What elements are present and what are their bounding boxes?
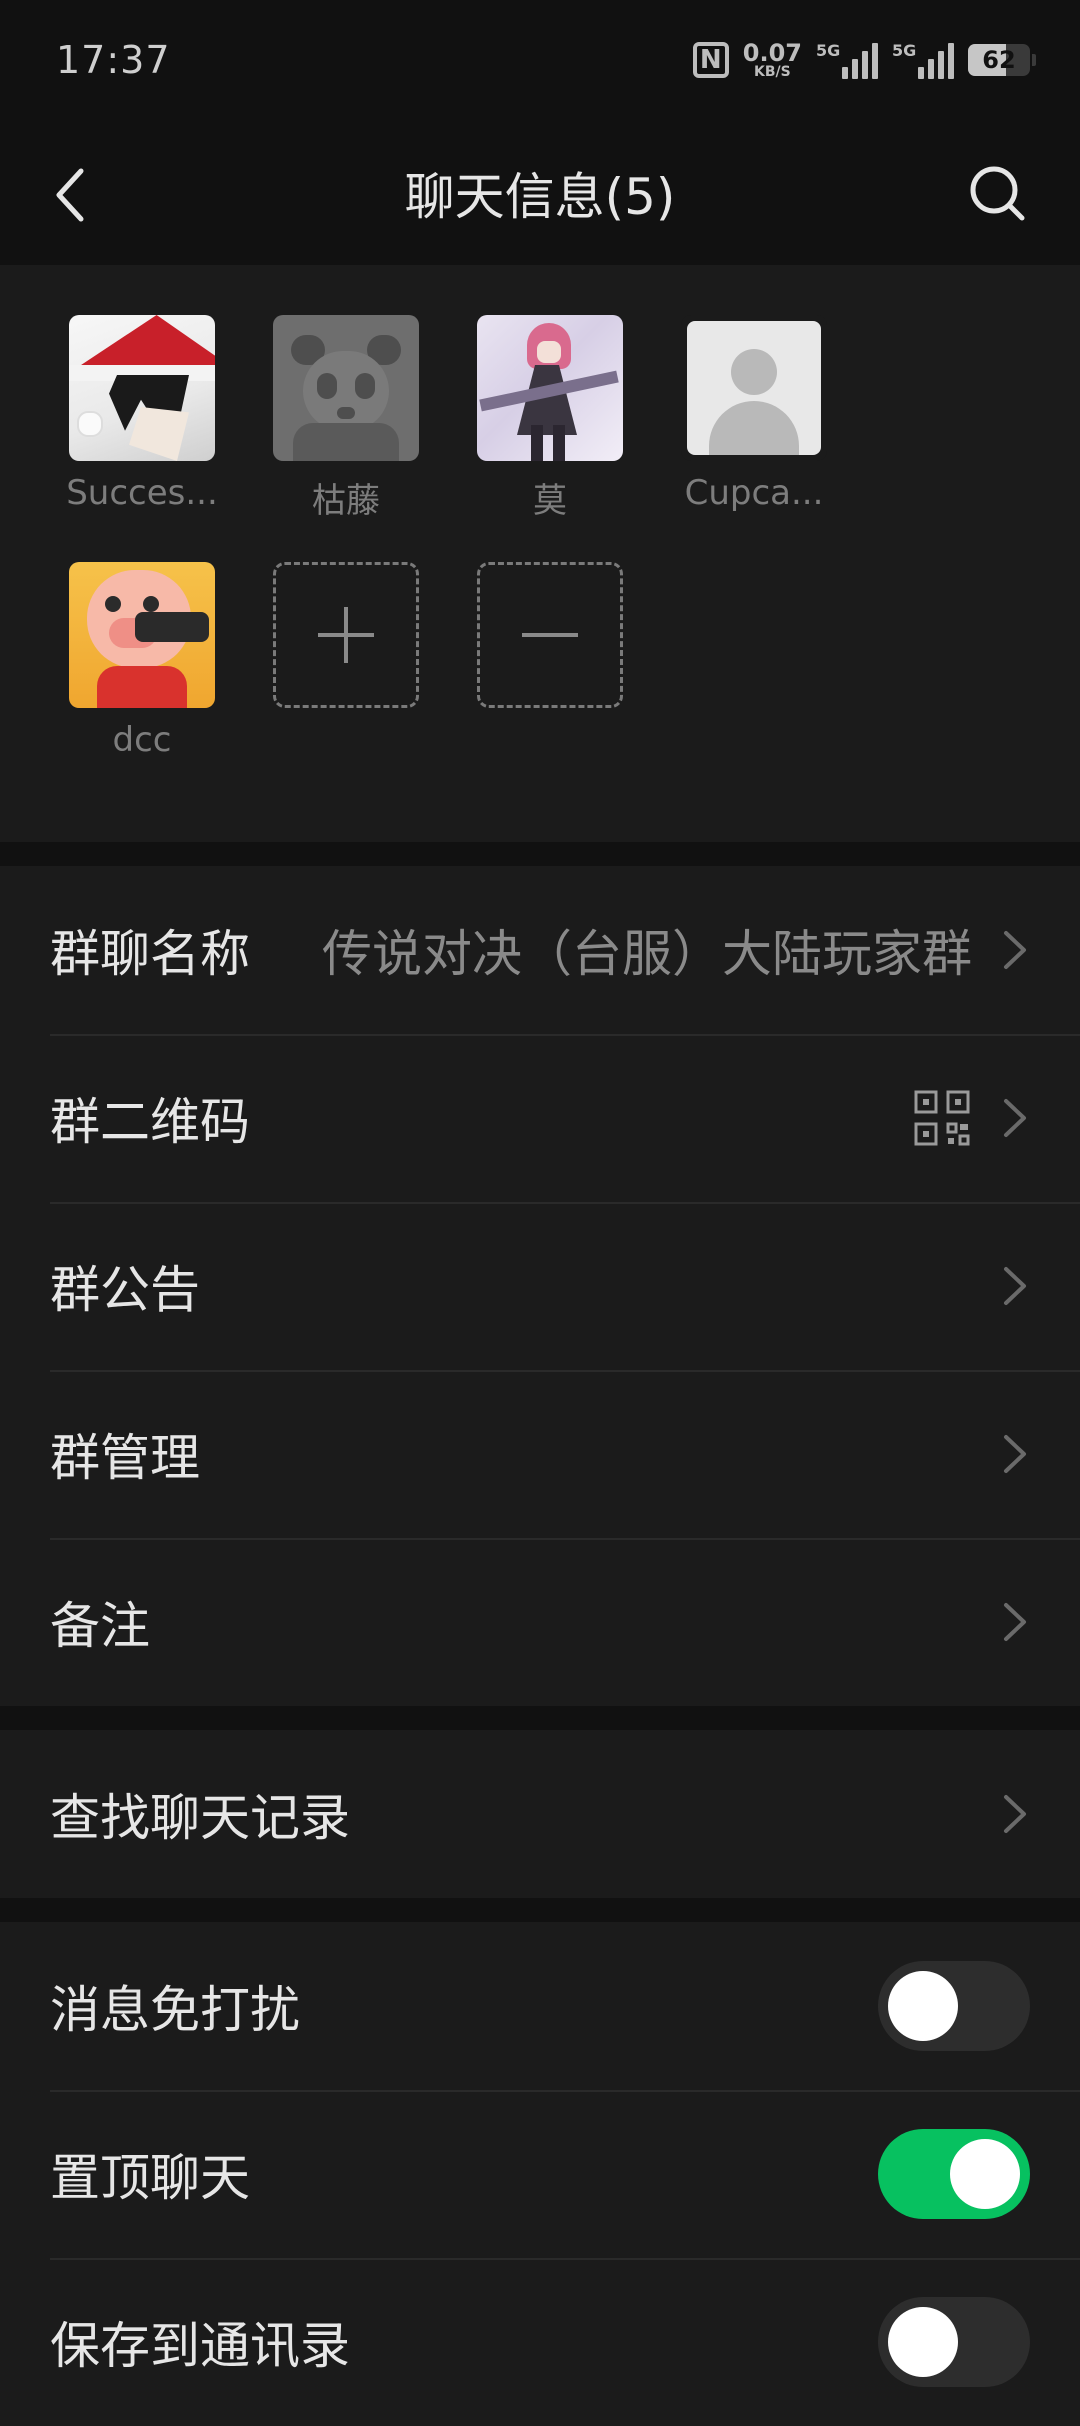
announcement-row[interactable]: 群公告 [0,1202,1080,1370]
page-title: 聊天信息(5) [404,167,676,226]
back-button[interactable] [40,160,100,230]
nav-bar: 聊天信息(5) [0,120,1080,265]
save-contacts-row: 保存到通讯录 [0,2258,1080,2426]
chevron-right-icon [1004,1795,1026,1833]
member-name: Cupca... [684,473,824,513]
section-divider [0,1706,1080,1730]
search-icon [970,166,1025,221]
pin-toggle[interactable] [878,2129,1030,2219]
search-history-section: 查找聊天记录 [0,1730,1080,1898]
status-time: 17:37 [56,38,171,82]
default-person-avatar [681,315,827,461]
group-qr-label: 群二维码 [50,1093,250,1151]
toggle-knob [888,2307,958,2377]
battery-level: 62 [982,46,1016,74]
signal-icon: 5G [816,41,878,79]
signal-icon: 5G [892,41,954,79]
group-name-label: 群聊名称 [50,925,250,983]
announcement-label: 群公告 [50,1261,200,1319]
member-remove [448,562,652,760]
santa-hat-anime-avatar [69,315,215,461]
member-add [244,562,448,760]
group-manage-label: 群管理 [50,1429,200,1487]
chevron-left-icon [56,168,84,222]
mute-toggle[interactable] [878,1961,1030,2051]
chevron-right-icon [1004,1435,1026,1473]
network-speed-value: 0.07 [742,39,802,67]
pink-hair-anime-avatar [477,315,623,461]
chevron-right-icon [1004,1267,1026,1305]
member-name: 枯藤 [312,481,380,521]
chevron-right-icon [1004,931,1026,969]
toggle-knob [888,1971,958,2041]
sim2-network-tag: 5G [892,41,917,60]
search-button[interactable] [962,158,1032,228]
mute-row: 消息免打扰 [0,1922,1080,2090]
qr-code-icon [914,1090,970,1146]
section-divider [0,842,1080,866]
group-qr-row[interactable]: 群二维码 [0,1034,1080,1202]
member-name: 莫 [533,481,567,521]
plus-icon [318,607,374,663]
sim1-network-tag: 5G [816,41,841,60]
group-info-section: 群聊名称 传说对决（台服）大陆玩家群 群二维码 群公告 群管理 备注 [0,866,1080,1706]
network-speed: 0.07 KB/S [743,41,802,79]
save-contacts-toggle[interactable] [878,2297,1030,2387]
group-manage-row[interactable]: 群管理 [0,1370,1080,1538]
mute-label: 消息免打扰 [50,1981,300,2039]
section-divider [0,1898,1080,1922]
member-item[interactable]: 枯藤 [244,315,448,522]
panda-avatar [273,315,419,461]
member-item[interactable]: Succes... [40,315,244,522]
status-bar: 17:37 N 0.07 KB/S 5G 5G 62 [0,0,1080,120]
group-name-row[interactable]: 群聊名称 传说对决（台服）大陆玩家群 [0,866,1080,1034]
battery-icon: 62 [968,44,1036,76]
add-member-button[interactable] [273,562,419,708]
search-history-row[interactable]: 查找聊天记录 [0,1730,1080,1898]
cartoon-pig-avatar [69,562,215,708]
remove-member-button[interactable] [477,562,623,708]
network-speed-unit: KB/S [754,64,791,80]
member-name: dcc [112,720,172,760]
member-name: Succes... [66,473,218,513]
member-item[interactable]: Cupca... [652,315,856,522]
toggles-section: 消息免打扰 置顶聊天 保存到通讯录 [0,1922,1080,2426]
status-icons: N 0.07 KB/S 5G 5G 62 [692,41,1036,79]
nfc-icon: N [692,42,729,78]
remark-label: 备注 [50,1597,150,1655]
member-item[interactable]: dcc [40,562,244,760]
remark-row[interactable]: 备注 [0,1538,1080,1706]
toggle-knob [950,2139,1020,2209]
member-item[interactable]: 莫 [448,315,652,522]
minus-icon [522,633,578,637]
chevron-right-icon [1004,1099,1026,1137]
pin-label: 置顶聊天 [50,2149,250,2207]
pin-row: 置顶聊天 [0,2090,1080,2258]
group-name-value: 传说对决（台服）大陆玩家群 [322,925,972,983]
member-panel: Succes... 枯藤 莫 Cupca... dcc [0,265,1080,842]
search-history-label: 查找聊天记录 [50,1789,350,1847]
save-contacts-label: 保存到通讯录 [50,2317,350,2375]
chevron-right-icon [1004,1603,1026,1641]
